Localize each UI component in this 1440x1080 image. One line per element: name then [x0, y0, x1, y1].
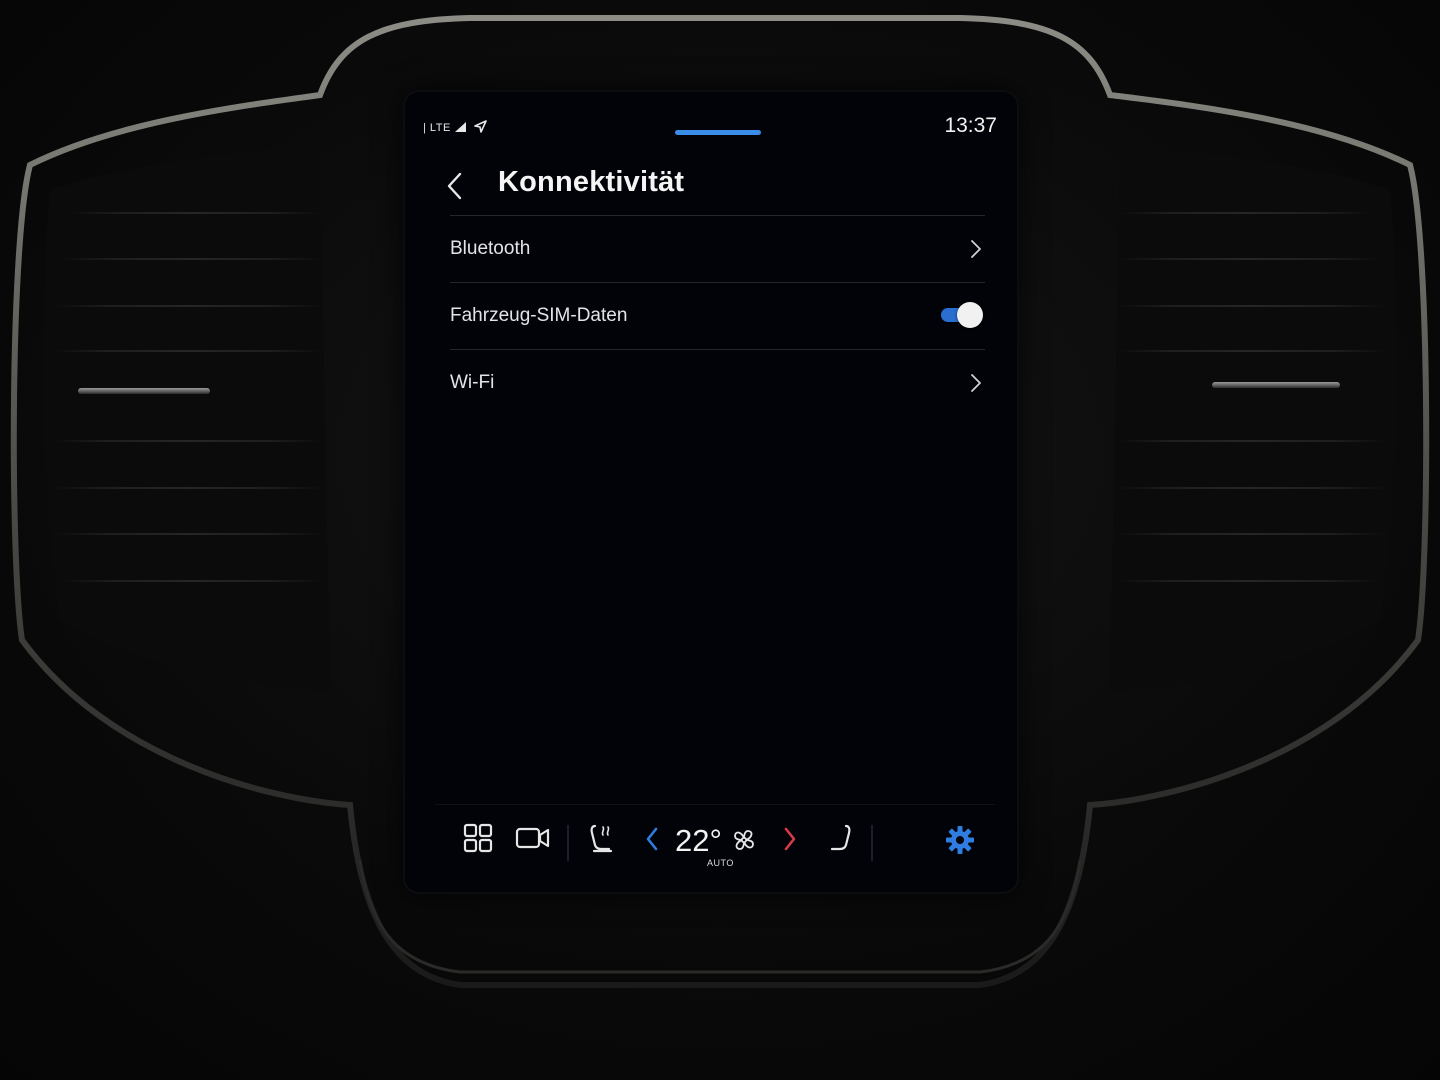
chevron-right-icon: [784, 827, 796, 851]
passenger-seat-icon: [830, 824, 851, 851]
chevron-left-icon: [447, 172, 462, 200]
list-item-label: Fahrzeug-SIM-Daten: [450, 305, 628, 326]
drag-handle[interactable]: [675, 130, 761, 135]
temp-up-button[interactable]: [783, 827, 797, 851]
vent-slat: [1116, 350, 1388, 352]
vent-slat: [70, 212, 320, 214]
vent-slat: [1116, 440, 1388, 442]
settings-button[interactable]: [945, 825, 975, 855]
signal-bar-icon: |: [423, 122, 430, 134]
page-header: Konnektivität: [405, 162, 1017, 216]
list-item-wifi[interactable]: Wi-Fi: [450, 350, 985, 416]
vent-slat: [52, 487, 324, 489]
vent-slat: [1117, 305, 1385, 307]
temperature-display[interactable]: 22°: [675, 825, 722, 857]
infotainment-screen: | LTE 13:37 Konnektivität Bluetooth Fahr…: [405, 92, 1017, 892]
sim-data-toggle[interactable]: [941, 302, 985, 328]
vent-slat: [1117, 533, 1385, 535]
clock: 13:37: [944, 114, 997, 137]
separator: [871, 825, 873, 861]
vent-slat: [52, 350, 324, 352]
list-item-vehicle-sim-data[interactable]: Fahrzeug-SIM-Daten: [450, 283, 985, 349]
page-title: Konnektivität: [498, 166, 685, 198]
vent-slat: [62, 580, 322, 582]
vent-slat: [1120, 212, 1370, 214]
gear-icon: [946, 826, 974, 854]
vent-slat: [1118, 580, 1378, 582]
passenger-seat-button[interactable]: [829, 823, 853, 855]
location-arrow-icon: [474, 120, 487, 133]
list-item-label: Bluetooth: [450, 238, 531, 259]
home-button[interactable]: [463, 823, 493, 853]
list-item-bluetooth[interactable]: Bluetooth: [450, 216, 985, 282]
vent-slat: [60, 258, 322, 260]
camera-button[interactable]: [515, 825, 551, 851]
network-type: LTE: [429, 122, 451, 134]
separator: [567, 825, 569, 861]
vent-slat: [1118, 258, 1380, 260]
vent-slat: [55, 533, 323, 535]
driver-seat-heating-icon: [590, 824, 613, 853]
fan-button[interactable]: [731, 827, 757, 853]
list-item-label: Wi-Fi: [450, 372, 495, 393]
climate-mode-label: AUTO: [707, 858, 734, 868]
vent-slat: [55, 305, 323, 307]
signal-indicator: | LTE: [423, 120, 487, 134]
cellular-signal-icon: [455, 122, 467, 132]
chevron-right-icon: [971, 374, 981, 392]
driver-seat-button[interactable]: [587, 823, 615, 855]
camera-icon: [515, 827, 550, 849]
app-grid-icon: [463, 823, 493, 853]
right-vent-adjuster[interactable]: [1212, 382, 1340, 388]
left-vent-adjuster[interactable]: [78, 388, 210, 394]
toggle-thumb: [957, 302, 983, 328]
dashboard-scene: | LTE 13:37 Konnektivität Bluetooth Fahr…: [0, 0, 1440, 1080]
chevron-right-icon: [971, 240, 981, 258]
vent-slat: [1116, 487, 1388, 489]
fan-icon: [734, 830, 754, 850]
climate-bar: 22° AUTO: [435, 804, 995, 881]
vent-slat: [52, 440, 324, 442]
back-button[interactable]: [439, 168, 469, 204]
temp-down-button[interactable]: [645, 827, 659, 851]
settings-list: Bluetooth Fahrzeug-SIM-Daten Wi-Fi: [450, 215, 985, 416]
status-bar: | LTE 13:37: [405, 92, 1017, 162]
chevron-left-icon: [646, 827, 658, 851]
